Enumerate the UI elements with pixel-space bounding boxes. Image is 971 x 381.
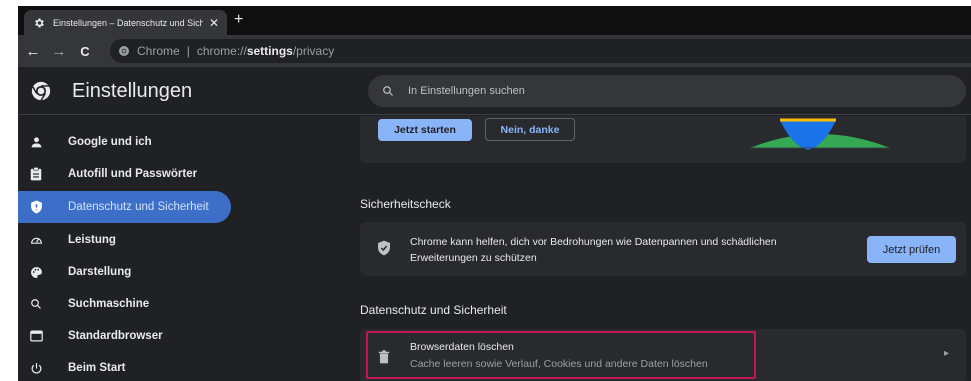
tab-strip: Einstellungen – Datenschutz und Sicherhe… xyxy=(18,6,971,35)
clipboard-icon xyxy=(28,166,44,182)
sidebar-item-label: Leistung xyxy=(68,234,116,246)
sidebar-item-label: Standardbrowser xyxy=(68,330,163,342)
chevron-right-icon: ▸ xyxy=(944,348,950,359)
privacy-heading: Datenschutz und Sicherheit xyxy=(360,303,507,317)
forward-button[interactable]: → xyxy=(48,40,70,62)
settings-main: Jetzt starten Nein, danke Sicherheitsche… xyxy=(233,116,971,381)
shield-icon xyxy=(28,199,44,215)
search-icon xyxy=(28,296,44,312)
sidebar-item-google[interactable]: Google und ich xyxy=(18,126,231,158)
settings-header: Einstellungen In Einstellungen suchen xyxy=(18,67,971,115)
sidebar-item-label: Beim Start xyxy=(68,362,126,374)
toolbar: ← → C Chrome | chrome://settings/privacy xyxy=(18,35,971,67)
page-title: Einstellungen xyxy=(72,80,193,102)
safety-check-card: Chrome kann helfen, dich vor Bedrohungen… xyxy=(360,222,966,276)
sidebar-item-startup[interactable]: Beim Start xyxy=(18,352,231,381)
sidebar-item-label: Suchmaschine xyxy=(68,298,150,310)
person-icon xyxy=(28,134,44,150)
palette-icon xyxy=(28,264,44,280)
highlight-box xyxy=(366,331,756,379)
sidebar-item-label: Google und ich xyxy=(68,136,152,148)
site-host: Chrome xyxy=(137,44,180,58)
back-button[interactable]: ← xyxy=(22,40,44,62)
chrome-logo-icon xyxy=(30,80,52,102)
url-suffix: /privacy xyxy=(292,44,335,58)
reload-button[interactable]: C xyxy=(74,40,96,62)
tab-settings[interactable]: Einstellungen – Datenschutz und Sicherhe… xyxy=(24,10,227,35)
sidebar-item-performance[interactable]: Leistung xyxy=(18,224,231,256)
tab-title: Einstellungen – Datenschutz und Sicherhe… xyxy=(53,17,203,28)
search-icon xyxy=(382,85,394,97)
promo-card: Jetzt starten Nein, danke xyxy=(360,116,966,163)
sidebar-item-privacy[interactable]: Datenschutz und Sicherheit xyxy=(18,191,231,223)
decline-button[interactable]: Nein, danke xyxy=(485,118,575,141)
start-button[interactable]: Jetzt starten xyxy=(378,119,472,141)
promo-illustration xyxy=(750,118,890,150)
power-icon xyxy=(28,360,44,376)
search-placeholder: In Einstellungen suchen xyxy=(408,85,525,97)
sidebar-item-label: Datenschutz und Sicherheit xyxy=(68,201,209,213)
sidebar-item-appearance[interactable]: Darstellung xyxy=(18,256,231,288)
sidebar-item-search-engine[interactable]: Suchmaschine xyxy=(18,288,231,320)
close-tab-icon[interactable]: ✕ xyxy=(209,17,219,29)
chrome-icon xyxy=(118,45,130,57)
settings-search-input[interactable]: In Einstellungen suchen xyxy=(368,75,966,107)
gear-icon xyxy=(32,16,45,29)
new-tab-button[interactable]: + xyxy=(234,12,243,28)
shield-check-icon xyxy=(376,240,392,256)
check-now-button[interactable]: Jetzt prüfen xyxy=(867,236,956,263)
url-path: settings xyxy=(246,44,293,58)
sidebar-item-autofill[interactable]: Autofill und Passwörter xyxy=(18,158,231,190)
url-separator: | xyxy=(186,44,190,58)
safety-check-text: Chrome kann helfen, dich vor Bedrohungen… xyxy=(410,236,777,264)
sidebar-item-default-browser[interactable]: Standardbrowser xyxy=(18,320,231,352)
url-scheme: chrome:// xyxy=(196,44,247,58)
browser-icon xyxy=(28,328,44,344)
browser-window: Einstellungen – Datenschutz und Sicherhe… xyxy=(18,6,971,381)
speedometer-icon xyxy=(28,232,44,248)
sidebar-item-label: Autofill und Passwörter xyxy=(68,168,198,180)
address-bar[interactable]: Chrome | chrome://settings/privacy xyxy=(110,39,971,63)
sidebar: Google und ich Autofill und Passwörter D… xyxy=(18,116,233,381)
safety-check-heading: Sicherheitscheck xyxy=(360,197,451,211)
sidebar-item-label: Darstellung xyxy=(68,266,132,278)
